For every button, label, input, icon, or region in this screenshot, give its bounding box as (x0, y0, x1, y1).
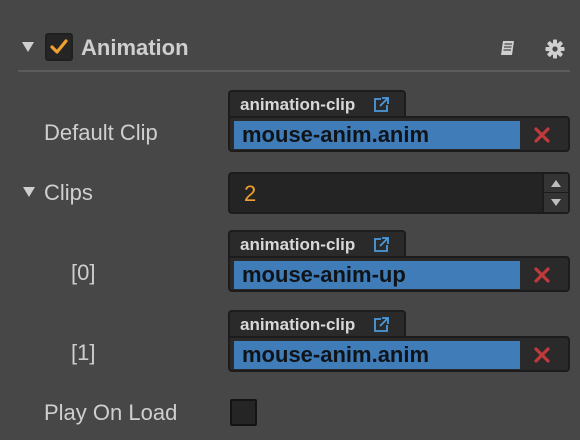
clip-item-0-label: [0] (71, 260, 96, 285)
external-link-icon[interactable] (372, 96, 390, 114)
clip-1-value[interactable]: mouse-anim.anim (234, 341, 520, 369)
clip-item-1-label: [1] (71, 340, 96, 365)
clear-icon[interactable] (532, 265, 552, 285)
default-clip-field[interactable]: mouse-anim.anim (228, 116, 570, 152)
clips-count-stepper[interactable] (542, 174, 568, 212)
collapse-triangle-icon[interactable] (20, 38, 36, 56)
gear-icon[interactable] (544, 38, 566, 60)
clips-count-value[interactable]: 2 (244, 180, 256, 208)
external-link-icon[interactable] (372, 236, 390, 254)
default-clip-label: Default Clip (44, 120, 158, 145)
clear-icon[interactable] (532, 125, 552, 145)
stepper-up-button[interactable] (544, 174, 568, 193)
clip-1-field[interactable]: mouse-anim.anim (228, 336, 570, 372)
external-link-icon[interactable] (372, 316, 390, 334)
checkmark-icon (50, 39, 68, 54)
asset-type-label: animation-clip (240, 95, 356, 114)
clips-label: Clips (44, 180, 93, 205)
component-title: Animation (81, 35, 189, 60)
component-enabled-checkbox[interactable] (45, 33, 73, 61)
clips-collapse-triangle-icon[interactable] (22, 185, 36, 199)
book-icon[interactable] (498, 38, 518, 58)
header-divider (18, 70, 570, 72)
clip-0-field[interactable]: mouse-anim-up (228, 256, 570, 292)
clip-0-value[interactable]: mouse-anim-up (234, 261, 520, 289)
default-clip-value[interactable]: mouse-anim.anim (234, 121, 520, 149)
clips-count-input[interactable]: 2 (228, 172, 570, 214)
asset-type-label: animation-clip (240, 315, 356, 334)
clear-icon[interactable] (532, 345, 552, 365)
play-on-load-checkbox[interactable] (230, 399, 257, 426)
caret-down-icon (551, 199, 561, 206)
asset-type-label: animation-clip (240, 235, 356, 254)
caret-up-icon (551, 180, 561, 187)
stepper-down-button[interactable] (544, 193, 568, 212)
play-on-load-label: Play On Load (44, 400, 178, 425)
